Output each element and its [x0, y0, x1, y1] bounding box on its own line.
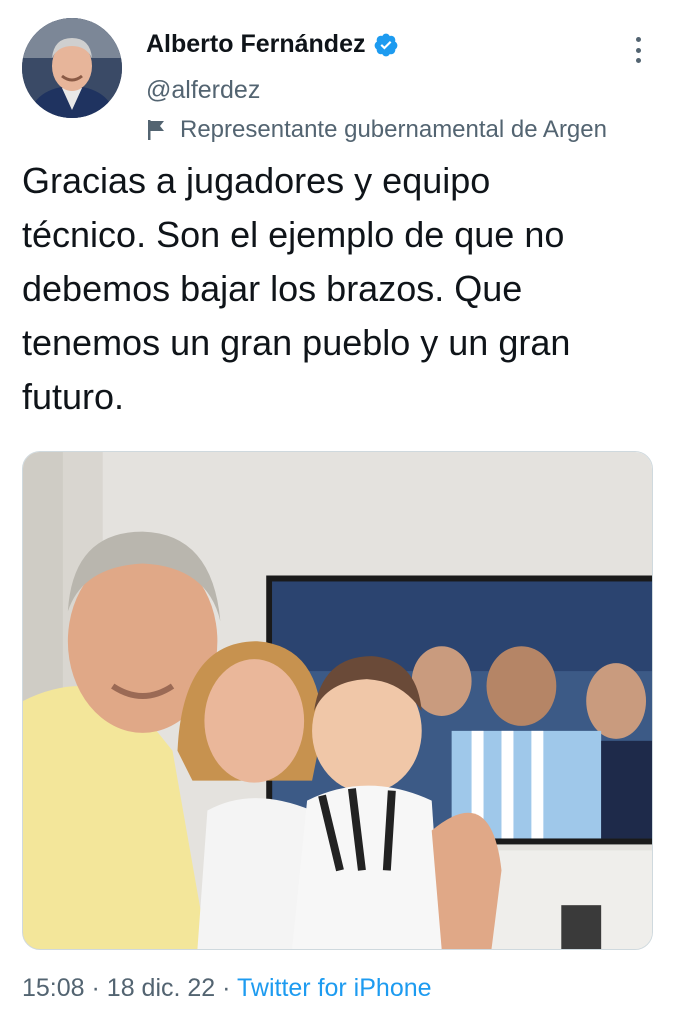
tweet-date[interactable]: 18 dic. 22	[107, 974, 215, 1002]
account-label[interactable]: Representante gubernamental de Argen	[146, 116, 675, 144]
more-options-dot	[635, 47, 641, 53]
meta-separator: ·	[222, 974, 231, 1002]
tweet-time[interactable]: 15:08	[22, 974, 85, 1002]
government-flag-icon	[148, 120, 164, 140]
tweet-source-link[interactable]: Twitter for iPhone	[237, 974, 432, 1002]
author-name: Alberto Fernández	[146, 30, 366, 58]
tweet-text: Gracias a jugadores y equipo técnico. So…	[22, 154, 652, 424]
account-label-text: Representante gubernamental de Argen	[180, 116, 607, 143]
more-options-button[interactable]	[626, 34, 650, 66]
tweet-text-line: debemos bajar los brazos. Que	[22, 268, 523, 309]
selfie-photo	[23, 452, 652, 949]
more-options-icon	[635, 37, 641, 42]
tweet-card: Alberto Fernández @alferdez Representant…	[0, 0, 675, 1024]
author-avatar[interactable]	[22, 18, 122, 118]
tweet-text-line: Gracias a jugadores y equipo	[22, 160, 491, 201]
avatar-photo	[22, 18, 122, 118]
tweet-text-line: futuro.	[22, 376, 125, 417]
tweet-text-line: tenemos un gran pueblo y un gran	[22, 322, 571, 363]
tweet-photo[interactable]	[22, 451, 653, 950]
more-options-dot	[635, 58, 641, 63]
meta-separator: ·	[91, 974, 100, 1002]
tweet-text-line: técnico. Son el ejemplo de que no	[22, 214, 565, 255]
author-handle[interactable]: @alferdez	[146, 76, 260, 105]
verified-badge-icon	[375, 33, 398, 56]
tweet-metadata: 15:08 · 18 dic. 22 · Twitter for iPhone	[22, 974, 432, 1003]
author-name-row[interactable]: Alberto Fernández	[146, 30, 399, 59]
